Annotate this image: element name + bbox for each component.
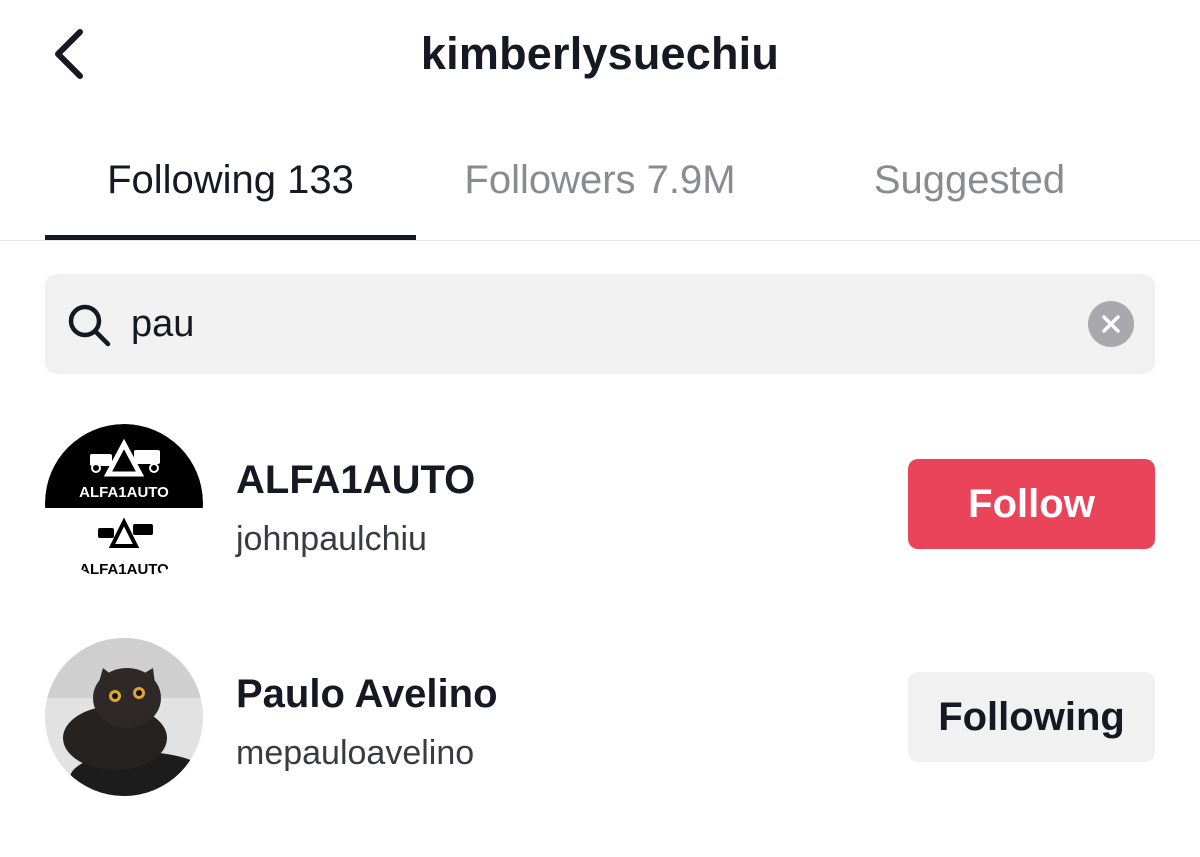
alfa1auto-logo-avatar: ALFA1AUTO ALFA1AUTO [45, 424, 203, 578]
follow-button[interactable]: Follow [908, 459, 1155, 549]
active-tab-indicator [45, 235, 416, 240]
clear-icon [1102, 315, 1120, 333]
top-bar: kimberlysuechiu [0, 0, 1200, 115]
avatar-brand-text-bottom: ALFA1AUTO [79, 561, 169, 578]
avatar-brand-text-top: ALFA1AUTO [79, 484, 169, 501]
avatar[interactable] [45, 638, 203, 796]
cat-photo-avatar [45, 638, 203, 796]
list-item[interactable]: ALFA1AUTO ALFA1AUTO ALFA1AUTO johnpaulch… [0, 418, 1200, 588]
search-input[interactable] [131, 292, 1091, 356]
tab-suggested[interactable]: Suggested [784, 150, 1155, 240]
avatar[interactable]: ALFA1AUTO ALFA1AUTO [45, 424, 203, 582]
tab-suggested-label: Suggested [873, 158, 1066, 202]
user-display-name: Paulo Avelino [236, 672, 498, 716]
user-display-name: ALFA1AUTO [236, 458, 476, 502]
search-icon [68, 304, 111, 347]
profile-username-title: kimberlysuechiu [420, 28, 780, 79]
user-username: johnpaulchiu [236, 520, 427, 558]
tab-followers-label: Followers 7.9M [464, 158, 736, 202]
following-button[interactable]: Following [908, 672, 1155, 762]
user-username: mepauloavelino [236, 734, 475, 772]
tab-followers[interactable]: Followers 7.9M [416, 150, 784, 240]
search-bar [45, 274, 1155, 374]
list-item[interactable]: Paulo Avelino mepauloavelino Following [0, 632, 1200, 802]
clear-search-button[interactable] [1088, 301, 1134, 347]
tab-following-label: Following 133 [107, 158, 354, 202]
tab-bar: Following 133 Followers 7.9M Suggested [0, 130, 1200, 241]
tab-following[interactable]: Following 133 [45, 150, 416, 240]
